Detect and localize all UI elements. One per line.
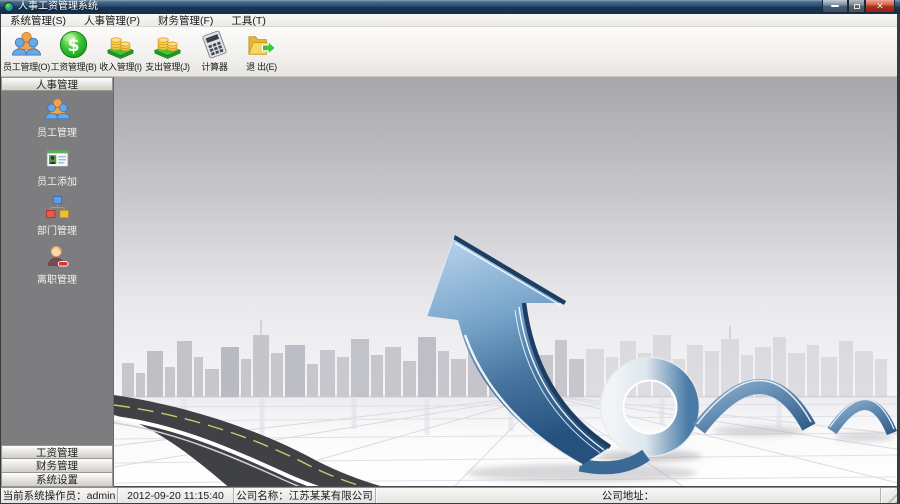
minimize-icon: [831, 5, 839, 7]
sidebar-item-label: 员工添加: [37, 177, 77, 188]
toolbar: 员工管理(O) $ 工资管理(B) 收入管理(I) 支出管理(J) 计算器 退 …: [1, 27, 897, 77]
people-group-icon: [44, 98, 70, 120]
org-chart-icon: [45, 196, 69, 219]
sidebar-section-system-settings[interactable]: 系统设置: [1, 473, 113, 487]
minimize-button[interactable]: [822, 0, 848, 13]
toolbar-calculator-button[interactable]: 计算器: [191, 27, 238, 73]
toolbar-expense-management-button[interactable]: 支出管理(J): [144, 27, 191, 73]
close-button[interactable]: ✕: [865, 0, 895, 13]
svg-text:$: $: [67, 36, 79, 56]
sidebar-item-employee-management[interactable]: 员工管理: [1, 96, 113, 139]
toolbar-label: 退 出(E): [246, 62, 277, 72]
toolbar-salary-management-button[interactable]: $ 工资管理(B): [50, 27, 97, 73]
resize-grip[interactable]: [883, 488, 897, 503]
sidebar-item-department-management[interactable]: 部门管理: [1, 194, 113, 237]
id-card-icon: [46, 150, 68, 167]
calculator-icon: [202, 30, 227, 59]
sidebar-bottom-sections: 工资管理 财务管理 系统设置: [1, 445, 113, 487]
expense-coins-icon: [154, 37, 181, 59]
main-content-area: [114, 77, 897, 487]
sidebar-item-label: 员工管理: [37, 128, 77, 139]
toolbar-label: 员工管理(O): [3, 62, 50, 72]
people-group-icon: [12, 32, 41, 56]
window-controls: ✕: [822, 0, 895, 13]
sidebar-item-label: 离职管理: [37, 275, 77, 286]
person-remove-icon: [47, 246, 69, 267]
sidebar-section-personnel[interactable]: 人事管理: [1, 77, 113, 91]
toolbar-label: 收入管理(I): [99, 62, 142, 72]
toolbar-exit-button[interactable]: 退 出(E): [238, 27, 285, 73]
toolbar-label: 支出管理(J): [145, 62, 190, 72]
sidebar-section-finance[interactable]: 财务管理: [1, 459, 113, 473]
dollar-coin-icon: $: [59, 30, 88, 59]
sidebar: 人事管理 员工管理 员工添加 部门管理 离职管理 工资管理 财务管理 系统设置: [1, 77, 114, 487]
maximize-button[interactable]: [848, 0, 865, 13]
menu-finance[interactable]: 财务管理(F): [149, 14, 222, 27]
menu-personnel[interactable]: 人事管理(P): [75, 14, 149, 27]
toolbar-employee-management-button[interactable]: 员工管理(O): [3, 27, 50, 73]
maximize-icon: [853, 3, 860, 9]
status-operator: 当前系统操作员：admin: [1, 488, 118, 503]
app-window: 人事工资管理系统 ✕ 系统管理(S) 人事管理(P) 财务管理(F) 工具(T)…: [0, 0, 900, 504]
sidebar-item-employee-add[interactable]: 员工添加: [1, 145, 113, 188]
close-icon: ✕: [876, 0, 884, 11]
status-company-address: 公司地址：: [376, 488, 881, 503]
sidebar-item-list: 员工管理 员工添加 部门管理 离职管理: [1, 91, 113, 445]
exit-folder-icon: [248, 36, 277, 56]
income-coins-icon: [107, 37, 134, 59]
app-logo-icon: [4, 2, 14, 12]
menu-bar: 系统管理(S) 人事管理(P) 财务管理(F) 工具(T): [1, 14, 897, 27]
status-datetime: 2012-09-20 11:15:40: [118, 488, 234, 503]
sidebar-item-resignation-management[interactable]: 离职管理: [1, 243, 113, 286]
sidebar-section-salary[interactable]: 工资管理: [1, 445, 113, 459]
menu-tools[interactable]: 工具(T): [222, 14, 274, 27]
growth-arrow-cityscape-illustration: [114, 77, 897, 486]
toolbar-income-management-button[interactable]: 收入管理(I): [97, 27, 144, 73]
menu-system[interactable]: 系统管理(S): [1, 14, 75, 27]
status-company-name: 公司名称：江苏某某有限公司: [234, 488, 376, 503]
toolbar-label: 计算器: [201, 62, 228, 72]
status-bar: 当前系统操作员：admin 2012-09-20 11:15:40 公司名称：江…: [1, 487, 897, 503]
toolbar-label: 工资管理(B): [50, 62, 97, 72]
sidebar-item-label: 部门管理: [37, 226, 77, 237]
